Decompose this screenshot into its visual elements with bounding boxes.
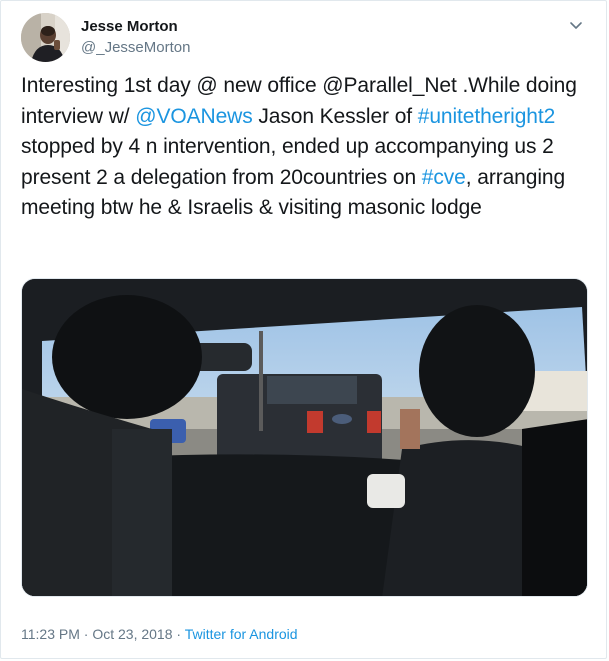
author-block[interactable]: Jesse Morton @_JesseMorton	[81, 17, 190, 58]
avatar-photo	[21, 13, 70, 62]
mention-link-voanews[interactable]: @VOANews	[135, 105, 252, 128]
tweet-text: Interesting 1st day @ new office @Parall…	[21, 71, 591, 224]
tweet-photo[interactable]	[21, 278, 588, 597]
hashtag-link-cve[interactable]: #cve	[422, 166, 466, 189]
author-display-name[interactable]: Jesse Morton	[81, 17, 190, 37]
car-interior-photo	[22, 279, 587, 596]
tweet-header: Jesse Morton @_JesseMorton	[21, 13, 586, 65]
chevron-down-icon[interactable]	[568, 17, 584, 33]
text-segment: Jason Kessler of	[252, 104, 418, 128]
author-handle[interactable]: @_JesseMorton	[81, 38, 190, 58]
tweet-time[interactable]: 11:23 PM	[21, 626, 80, 642]
avatar[interactable]	[21, 13, 70, 62]
meta-separator: ·	[79, 626, 93, 642]
tweet-date[interactable]: Oct 23, 2018	[92, 626, 172, 642]
tweet-source-link[interactable]: Twitter for Android	[185, 626, 298, 642]
meta-separator: ·	[172, 626, 185, 642]
tweet-card: Jesse Morton @_JesseMorton Interesting 1…	[0, 0, 607, 659]
tweet-meta: 11:23 PM · Oct 23, 2018 · Twitter for An…	[21, 625, 298, 643]
hashtag-link-unitetheright2[interactable]: #unitetheright2	[418, 105, 556, 128]
